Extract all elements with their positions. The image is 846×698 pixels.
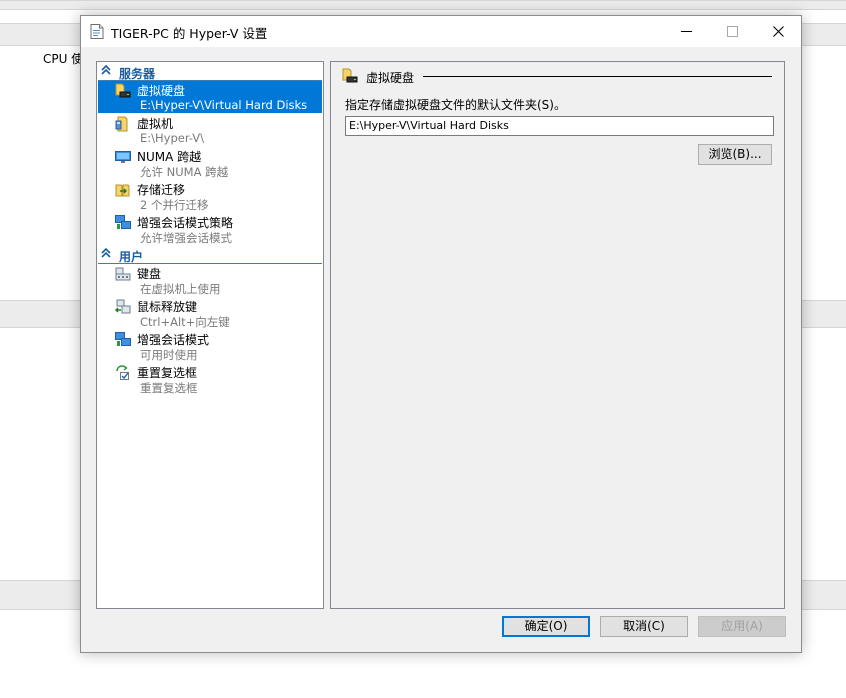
section-header-label: 服务器 — [119, 67, 156, 81]
settings-tree[interactable]: 服务器 虚拟硬盘 E:\Hyper-V\Virtual Hard Disks 虚… — [96, 61, 324, 609]
tree-item-subtitle: 在虚拟机上使用 — [140, 282, 221, 296]
ok-button[interactable]: 确定(O) — [502, 616, 590, 637]
browse-button[interactable]: 浏览(B)... — [698, 144, 772, 165]
tree-item-title: 虚拟机 — [137, 117, 174, 131]
tree-item-subtitle: 允许增强会话模式 — [140, 231, 232, 245]
section-header-user[interactable]: 用户 — [98, 247, 322, 264]
panel-title-divider — [423, 76, 772, 77]
default-folder-input[interactable]: E:\Hyper-V\Virtual Hard Disks — [345, 116, 774, 136]
storage-migration-icon — [115, 182, 131, 198]
tree-item-title: 重置复选框 — [137, 366, 198, 380]
tree-item-title: 键盘 — [137, 267, 162, 281]
tree-item-subtitle: 2 个并行迁移 — [140, 198, 209, 212]
keyboard-icon — [115, 266, 131, 282]
close-icon — [772, 26, 784, 37]
tree-item-keyboard[interactable]: 键盘 在虚拟机上使用 — [98, 264, 322, 296]
tree-item-numa-spanning[interactable]: NUMA 跨越 允许 NUMA 跨越 — [98, 147, 322, 179]
minimize-icon — [680, 31, 692, 32]
maximize-icon — [726, 26, 738, 37]
tree-item-title: 增强会话模式策略 — [137, 216, 234, 230]
minimize-button[interactable] — [663, 16, 709, 47]
tree-item-mouse-release-key[interactable]: 鼠标释放键 Ctrl+Alt+向左键 — [98, 297, 322, 329]
tree-item-virtual-hard-disk[interactable]: 虚拟硬盘 E:\Hyper-V\Virtual Hard Disks — [98, 81, 322, 113]
tree-item-subtitle: 允许 NUMA 跨越 — [140, 165, 229, 179]
virtual-hard-disk-icon — [115, 83, 131, 99]
numa-spanning-icon — [115, 149, 131, 165]
tree-item-title: 虚拟硬盘 — [137, 84, 186, 98]
tree-item-storage-migration[interactable]: 存储迁移 2 个并行迁移 — [98, 180, 322, 212]
section-header-label: 用户 — [119, 250, 144, 264]
tree-item-enhanced-session[interactable]: 增强会话模式 可用时使用 — [98, 330, 322, 362]
tree-item-reset-checkboxes[interactable]: 重置复选框 重置复选框 — [98, 363, 322, 395]
background-cpu-label: CPU 使 — [43, 52, 84, 66]
tree-item-subtitle: Ctrl+Alt+向左键 — [140, 315, 230, 329]
enhanced-session-icon — [115, 332, 131, 348]
tree-item-subtitle: E:\Hyper-V\ — [140, 131, 205, 145]
panel-title: 虚拟硬盘 — [366, 71, 415, 85]
collapse-chevron-icon[interactable] — [101, 64, 111, 76]
cancel-button[interactable]: 取消(C) — [600, 616, 688, 637]
tree-item-subtitle: 可用时使用 — [140, 348, 198, 362]
tree-item-title: 存储迁移 — [137, 183, 186, 197]
hyperv-settings-dialog: TIGER-PC 的 Hyper-V 设置 服务器 虚拟硬盘 E:\Hyper-… — [80, 15, 802, 653]
apply-button[interactable]: 应用(A) — [698, 616, 786, 637]
section-header-server[interactable]: 服务器 — [98, 64, 322, 81]
enhanced-session-policy-icon — [115, 215, 131, 231]
reset-checkbox-icon — [115, 365, 131, 381]
settings-detail-panel: 虚拟硬盘 指定存储虚拟硬盘文件的默认文件夹(S)。 E:\Hyper-V\Vir… — [330, 61, 785, 609]
tree-item-enhanced-session-policy[interactable]: 增强会话模式策略 允许增强会话模式 — [98, 213, 322, 245]
dialog-title: TIGER-PC 的 Hyper-V 设置 — [111, 26, 268, 41]
title-bar[interactable]: TIGER-PC 的 Hyper-V 设置 — [81, 16, 801, 47]
maximize-button[interactable] — [709, 16, 755, 47]
virtual-machine-icon — [115, 116, 131, 132]
collapse-chevron-icon[interactable] — [101, 247, 111, 259]
settings-document-icon — [90, 24, 104, 39]
background-band-top — [0, 0, 846, 10]
tree-item-title: 鼠标释放键 — [137, 300, 198, 314]
tree-item-title: 增强会话模式 — [137, 333, 210, 347]
virtual-hard-disk-icon — [342, 68, 358, 84]
tree-item-title: NUMA 跨越 — [137, 150, 202, 164]
close-button[interactable] — [755, 16, 801, 47]
tree-item-subtitle: 重置复选框 — [140, 381, 198, 395]
mouse-release-key-icon — [115, 299, 131, 315]
folder-description: 指定存储虚拟硬盘文件的默认文件夹(S)。 — [345, 98, 566, 112]
tree-item-subtitle: E:\Hyper-V\Virtual Hard Disks — [140, 98, 308, 112]
tree-item-virtual-machine[interactable]: 虚拟机 E:\Hyper-V\ — [98, 114, 322, 146]
